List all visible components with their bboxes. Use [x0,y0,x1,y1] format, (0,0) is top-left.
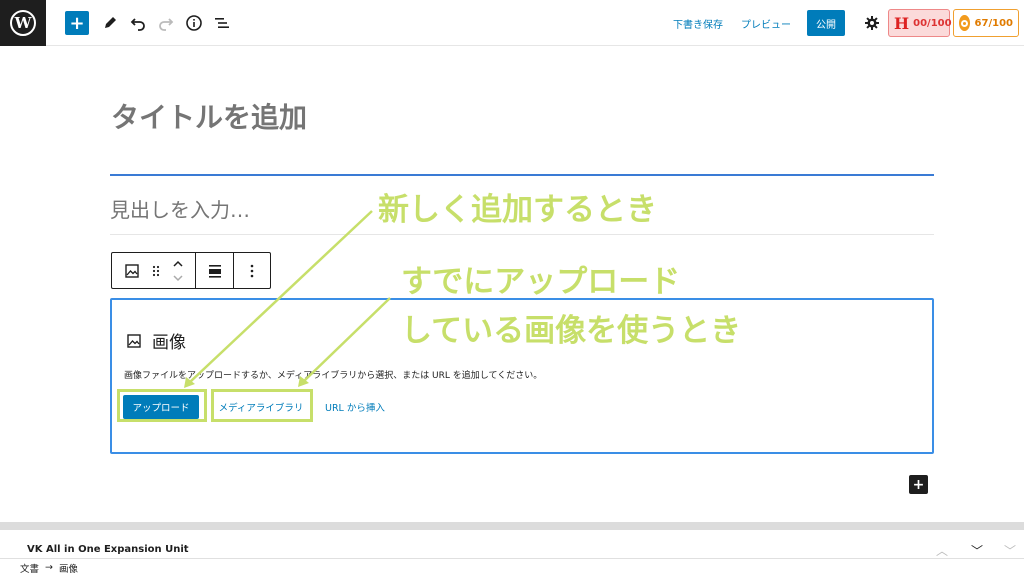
block-breadcrumbs: 文書 → 画像 [0,558,1024,576]
metabox-panel: VK All in One Expansion Unit ︿ ﹀ ﹀ [16,530,1024,558]
metabox-separator [0,522,1024,530]
annotation-uploaded-line2: している画像を使うとき [401,313,742,349]
breadcrumb-image[interactable]: 画像 [59,561,78,575]
annotation-new-add: 新しく追加するとき [378,192,657,228]
collapse-chevron-icon[interactable]: ﹀ [971,542,983,559]
move-up-icon[interactable]: ︿ [936,542,948,559]
breadcrumb-arrow: → [45,562,53,573]
breadcrumb-document[interactable]: 文書 [20,561,39,575]
metabox-title[interactable]: VK All in One Expansion Unit [27,544,189,555]
add-block-inline-button[interactable]: + [909,475,928,494]
move-down-icon[interactable]: ﹀ [1004,542,1016,559]
annotation-uploaded-line1: すでにアップロード [401,264,681,300]
